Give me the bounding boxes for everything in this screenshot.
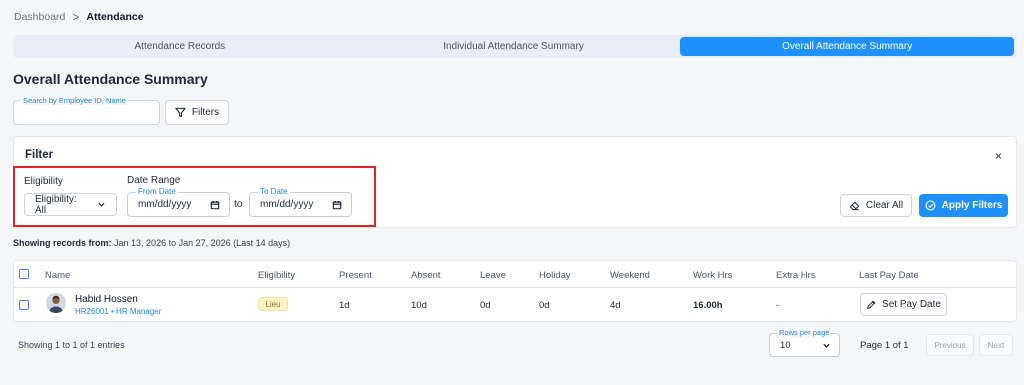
clear-all-button[interactable]: Clear All (840, 194, 912, 217)
apply-filters-label: Apply Filters (941, 200, 1003, 211)
column-header-leave: Leave (480, 270, 506, 281)
breadcrumb-current: Attendance (86, 11, 144, 23)
tab-individual-attendance-summary[interactable]: Individual Attendance Summary (347, 35, 681, 58)
cell-absent: 10d (411, 300, 427, 311)
column-header-last-pay-date: Last Pay Date (859, 270, 919, 281)
employee-meta: HR26001 • HR Manager (75, 307, 162, 316)
rows-per-page-value: 10 (780, 339, 791, 351)
select-all-checkbox[interactable] (19, 269, 29, 279)
cell-weekend: 4d (610, 300, 621, 311)
eraser-icon (849, 201, 860, 211)
column-header-work-hrs: Work Hrs (693, 270, 733, 281)
previous-page-button[interactable]: Previous (926, 334, 974, 356)
column-header-present: Present (339, 270, 372, 281)
showing-records-range: Jan 13, 2026 to Jan 27, 2026 (Last 14 da… (114, 238, 291, 248)
breadcrumb: Dashboard > Attendance (14, 10, 144, 24)
cell-holiday: 0d (539, 300, 550, 311)
showing-records-prefix: Showing records from: (13, 238, 112, 248)
pencil-icon (867, 300, 876, 309)
column-header-eligibility: Eligibility (258, 270, 295, 281)
avatar (46, 293, 66, 313)
set-pay-date-label: Set Pay Date (882, 299, 941, 310)
column-header-absent: Absent (411, 270, 441, 281)
filters-button[interactable]: Filters (165, 100, 229, 125)
attendance-table: Name Eligibility Present Absent Leave Ho… (13, 260, 1017, 322)
breadcrumb-dashboard[interactable]: Dashboard (14, 11, 65, 23)
search-field: Search by Employee ID, Name (13, 96, 160, 125)
next-page-button[interactable]: Next (979, 334, 1013, 356)
employee-name[interactable]: Habid Hossen (75, 294, 138, 305)
chevron-down-icon (823, 343, 830, 348)
chevron-right-icon: > (72, 10, 80, 24)
column-header-extra-hrs: Extra Hrs (776, 270, 816, 281)
showing-records: Showing records from: Jan 13, 2026 to Ja… (13, 238, 290, 248)
column-header-weekend: Weekend (610, 270, 650, 281)
page-info: Page 1 of 1 (860, 340, 909, 351)
tab-attendance-records[interactable]: Attendance Records (13, 35, 347, 58)
filter-icon (175, 107, 186, 118)
column-header-name: Name (45, 270, 71, 281)
filters-button-label: Filters (191, 107, 220, 118)
tab-overall-attendance-summary[interactable]: Overall Attendance Summary (680, 37, 1015, 56)
eligibility-badge: Lieu (258, 297, 288, 311)
close-icon[interactable]: × (995, 150, 1002, 162)
cell-present: 1d (339, 300, 350, 311)
cell-extra-hrs: - (776, 300, 780, 311)
rows-per-page-label: Rows per page (777, 328, 832, 338)
column-header-holiday: Holiday (539, 270, 571, 281)
check-circle-icon (925, 200, 936, 211)
entries-count: Showing 1 to 1 of 1 entries (18, 340, 125, 350)
search-label: Search by Employee ID, Name (21, 96, 128, 105)
highlight-box (13, 166, 376, 227)
clear-all-label: Clear All (865, 200, 904, 211)
page-title: Overall Attendance Summary (13, 71, 208, 87)
apply-filters-button[interactable]: Apply Filters (919, 194, 1008, 217)
cell-leave: 0d (480, 300, 491, 311)
row-divider (14, 287, 1016, 288)
rows-per-page-select[interactable]: Rows per page 10 (769, 328, 840, 357)
row-checkbox[interactable] (19, 300, 29, 310)
filter-panel-title: Filter (25, 149, 54, 161)
set-pay-date-button[interactable]: Set Pay Date (860, 293, 947, 316)
tab-bar: Attendance Records Individual Attendance… (13, 35, 1017, 58)
cell-work-hrs: 16.00h (693, 300, 723, 311)
